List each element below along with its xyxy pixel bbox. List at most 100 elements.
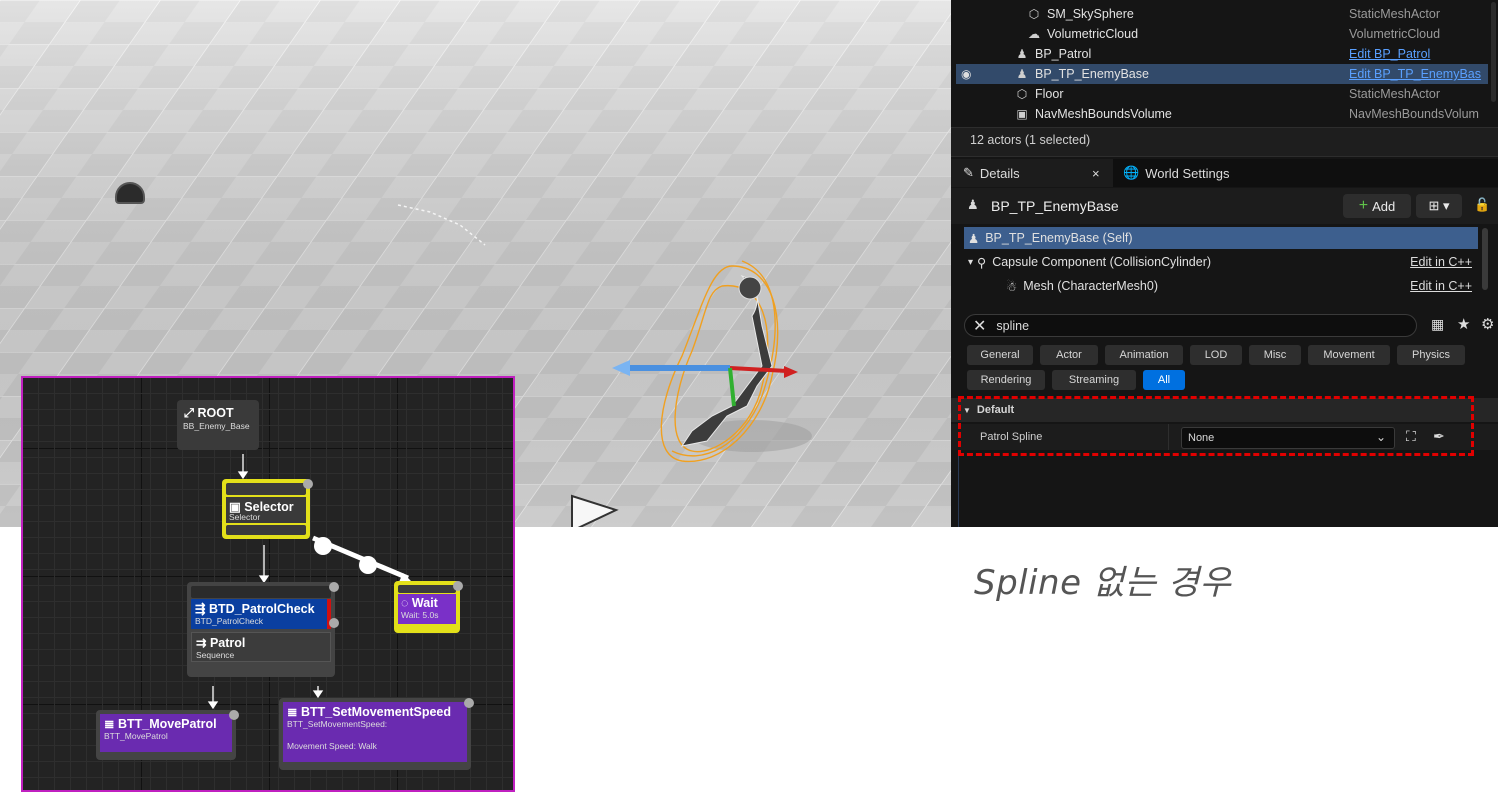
wait-sub: Wait: 5.0s (401, 610, 439, 620)
filter-general[interactable]: General (967, 345, 1033, 365)
filter-rendering[interactable]: Rendering (967, 370, 1045, 390)
details-header: ♟ BP_TP_EnemyBase + Add ⊞ ▾ 🔓 (951, 188, 1498, 224)
tab-details[interactable]: ✎ Details × (951, 159, 1113, 187)
outliner-row[interactable]: ♟ BP_Patrol Edit BP_Patrol (956, 44, 1488, 64)
static-mesh-icon: ⬡ (1016, 87, 1028, 101)
component-scrollbar[interactable] (1482, 228, 1488, 290)
task-icon: ≣ (287, 705, 298, 719)
outliner-row[interactable]: ▣ NavMeshBoundsVolume NavMeshBoundsVolum (956, 104, 1488, 124)
edit-blueprint-link[interactable]: Edit BP_Patrol (1349, 47, 1430, 61)
component-row[interactable]: ♟ BP_TP_EnemyBase (Self) (964, 227, 1478, 249)
star-icon[interactable]: ★ (1457, 315, 1470, 333)
outliner-item-label: BP_TP_EnemyBase (1035, 67, 1149, 81)
root-icon: ⤢ (184, 406, 195, 420)
filter-lod[interactable]: LOD (1190, 345, 1242, 365)
patrol-check-sub: BTD_PatrolCheck (195, 616, 264, 626)
enemy-character[interactable] (612, 256, 812, 471)
pawn-icon: ♟ (1016, 67, 1028, 81)
move-patrol-sub: BTT_MovePatrol (104, 731, 168, 741)
outliner-scrollbar[interactable] (1491, 2, 1496, 102)
outliner-item-label: SM_SkySphere (1047, 7, 1134, 21)
clear-search-icon[interactable]: ✕ (973, 316, 986, 336)
edit-in-cpp-link[interactable]: Edit in C++ (1410, 279, 1472, 293)
details-search-input[interactable]: ✕ spline (964, 314, 1417, 337)
wait-node[interactable]: ◌ Wait Wait: 5.0s (394, 581, 463, 633)
add-label: Add (1372, 198, 1396, 214)
wait-icon: ◌ (401, 596, 409, 610)
cloud-icon: ☁ (1028, 27, 1040, 41)
globe-icon: 🌐 (1123, 165, 1140, 180)
filter-physics[interactable]: Physics (1397, 345, 1465, 365)
table-view-icon[interactable]: ▦ (1431, 316, 1444, 333)
lock-icon[interactable]: 🔓 (1474, 197, 1490, 213)
patrol-sequence-node[interactable]: ⇶ BTD_PatrolCheck BTD_PatrolCheck ⇉ Patr… (187, 582, 339, 677)
patrol-spline-dropdown[interactable]: None ⌄ (1181, 427, 1395, 449)
outliner-row[interactable]: ☁ VolumetricCloud VolumetricCloud (956, 24, 1488, 44)
pencil-icon: ✎ (963, 165, 974, 180)
edit-in-cpp-link[interactable]: Edit in C++ (1410, 255, 1472, 269)
outliner-row[interactable]: ⬡ SM_SkySphere StaticMeshActor (956, 4, 1488, 24)
section-label: Default (976, 404, 1015, 416)
visibility-eye-icon[interactable]: ◉ (961, 67, 977, 81)
eyedropper-icon[interactable]: ✒ (1433, 428, 1445, 445)
blueprint-options-button[interactable]: ⊞ ▾ (1416, 194, 1462, 218)
close-icon[interactable]: × (1092, 166, 1100, 181)
edit-blueprint-link[interactable]: Edit BP_TP_EnemyBas (1349, 67, 1481, 81)
root-sub: BB_Enemy_Base (183, 421, 250, 431)
filter-all[interactable]: All (1143, 370, 1185, 390)
pawn-icon: ♟ (1016, 47, 1028, 61)
collapse-icon: ▼ (963, 405, 971, 415)
pick-actor-icon[interactable]: ⛶ (1406, 428, 1416, 445)
index-badge (464, 698, 474, 708)
property-row-patrol-spline: Patrol Spline None ⌄ ⛶ ✒ (951, 424, 1498, 450)
component-label: Mesh (CharacterMesh0) (1023, 279, 1158, 293)
player-start-icon[interactable] (568, 492, 628, 527)
filter-animation[interactable]: Animation (1105, 345, 1183, 365)
settings-icon[interactable]: ⚙ (1481, 315, 1494, 333)
filter-movement[interactable]: Movement (1308, 345, 1390, 365)
task-icon: ≣ (104, 717, 115, 731)
filter-streaming[interactable]: Streaming (1052, 370, 1136, 390)
static-mesh-icon: ⬡ (1028, 7, 1040, 21)
filter-misc[interactable]: Misc (1249, 345, 1301, 365)
outliner-item-type: VolumetricCloud (1349, 27, 1441, 41)
sky-light-icon[interactable] (115, 182, 145, 204)
pawn-icon: ♟ (967, 197, 979, 212)
panel-tab-bar: ✎ Details × 🌐 World Settings (951, 159, 1498, 187)
index-badge (229, 710, 239, 720)
behavior-tree-graph[interactable]: ⤢ ROOT BB_Enemy_Base ▣ Selector Selector… (21, 376, 515, 792)
dropdown-value: None (1188, 432, 1215, 444)
component-row[interactable]: ▾ ⚲ Capsule Component (CollisionCylinder) E… (964, 251, 1478, 273)
filter-actor[interactable]: Actor (1040, 345, 1098, 365)
outliner-item-type: NavMeshBoundsVolum (1349, 107, 1479, 121)
outliner-item-label: Floor (1035, 87, 1064, 101)
outliner-row[interactable]: ◉ ♟ BP_TP_EnemyBase Edit BP_TP_EnemyBas (956, 64, 1488, 84)
set-speed-sub: BTT_SetMovementSpeed: (287, 719, 388, 729)
decorator-icon: ⇶ (195, 602, 206, 616)
move-patrol-title: BTT_MovePatrol (117, 717, 217, 731)
component-row[interactable]: ☃ Mesh (CharacterMesh0) Edit in C++ (964, 275, 1478, 297)
outliner-item-label: NavMeshBoundsVolume (1035, 107, 1172, 121)
index-badge (303, 479, 313, 489)
selector-node[interactable]: ▣ Selector Selector (222, 479, 313, 539)
patrol-title: Patrol (209, 636, 246, 650)
actor-name: BP_TP_EnemyBase (991, 198, 1119, 214)
set-speed-node[interactable]: ≣ BTT_SetMovementSpeed BTT_SetMovementSp… (279, 698, 474, 770)
add-component-button[interactable]: + Add (1343, 194, 1411, 218)
outliner-item-type: StaticMeshActor (1349, 87, 1441, 101)
blueprint-icon: ⊞ ▾ (1428, 198, 1450, 213)
root-title: ROOT (197, 406, 234, 420)
patrol-check-decorator[interactable]: ⇶ BTD_PatrolCheck BTD_PatrolCheck (191, 599, 331, 629)
index-badge (453, 581, 463, 591)
outliner-row[interactable]: ⬡ Floor StaticMeshActor (956, 84, 1488, 104)
set-speed-sub2: Movement Speed: Walk (287, 741, 377, 751)
expand-arrow-icon[interactable]: ▾ (968, 257, 973, 268)
move-patrol-node[interactable]: ≣ BTT_MovePatrol BTT_MovePatrol (96, 710, 239, 760)
root-node[interactable]: ⤢ ROOT BB_Enemy_Base (177, 400, 259, 450)
section-default[interactable]: ▼ Default (951, 398, 1498, 422)
outliner-item-label: VolumetricCloud (1047, 27, 1139, 41)
tab-world-settings[interactable]: 🌐 World Settings (1123, 159, 1253, 187)
outliner-item-label: BP_Patrol (1035, 47, 1092, 61)
editor-panel: ⬡ SM_SkySphere StaticMeshActor ☁ VolumetricC… (951, 0, 1498, 527)
capsule-icon: ⚲ (977, 255, 987, 270)
